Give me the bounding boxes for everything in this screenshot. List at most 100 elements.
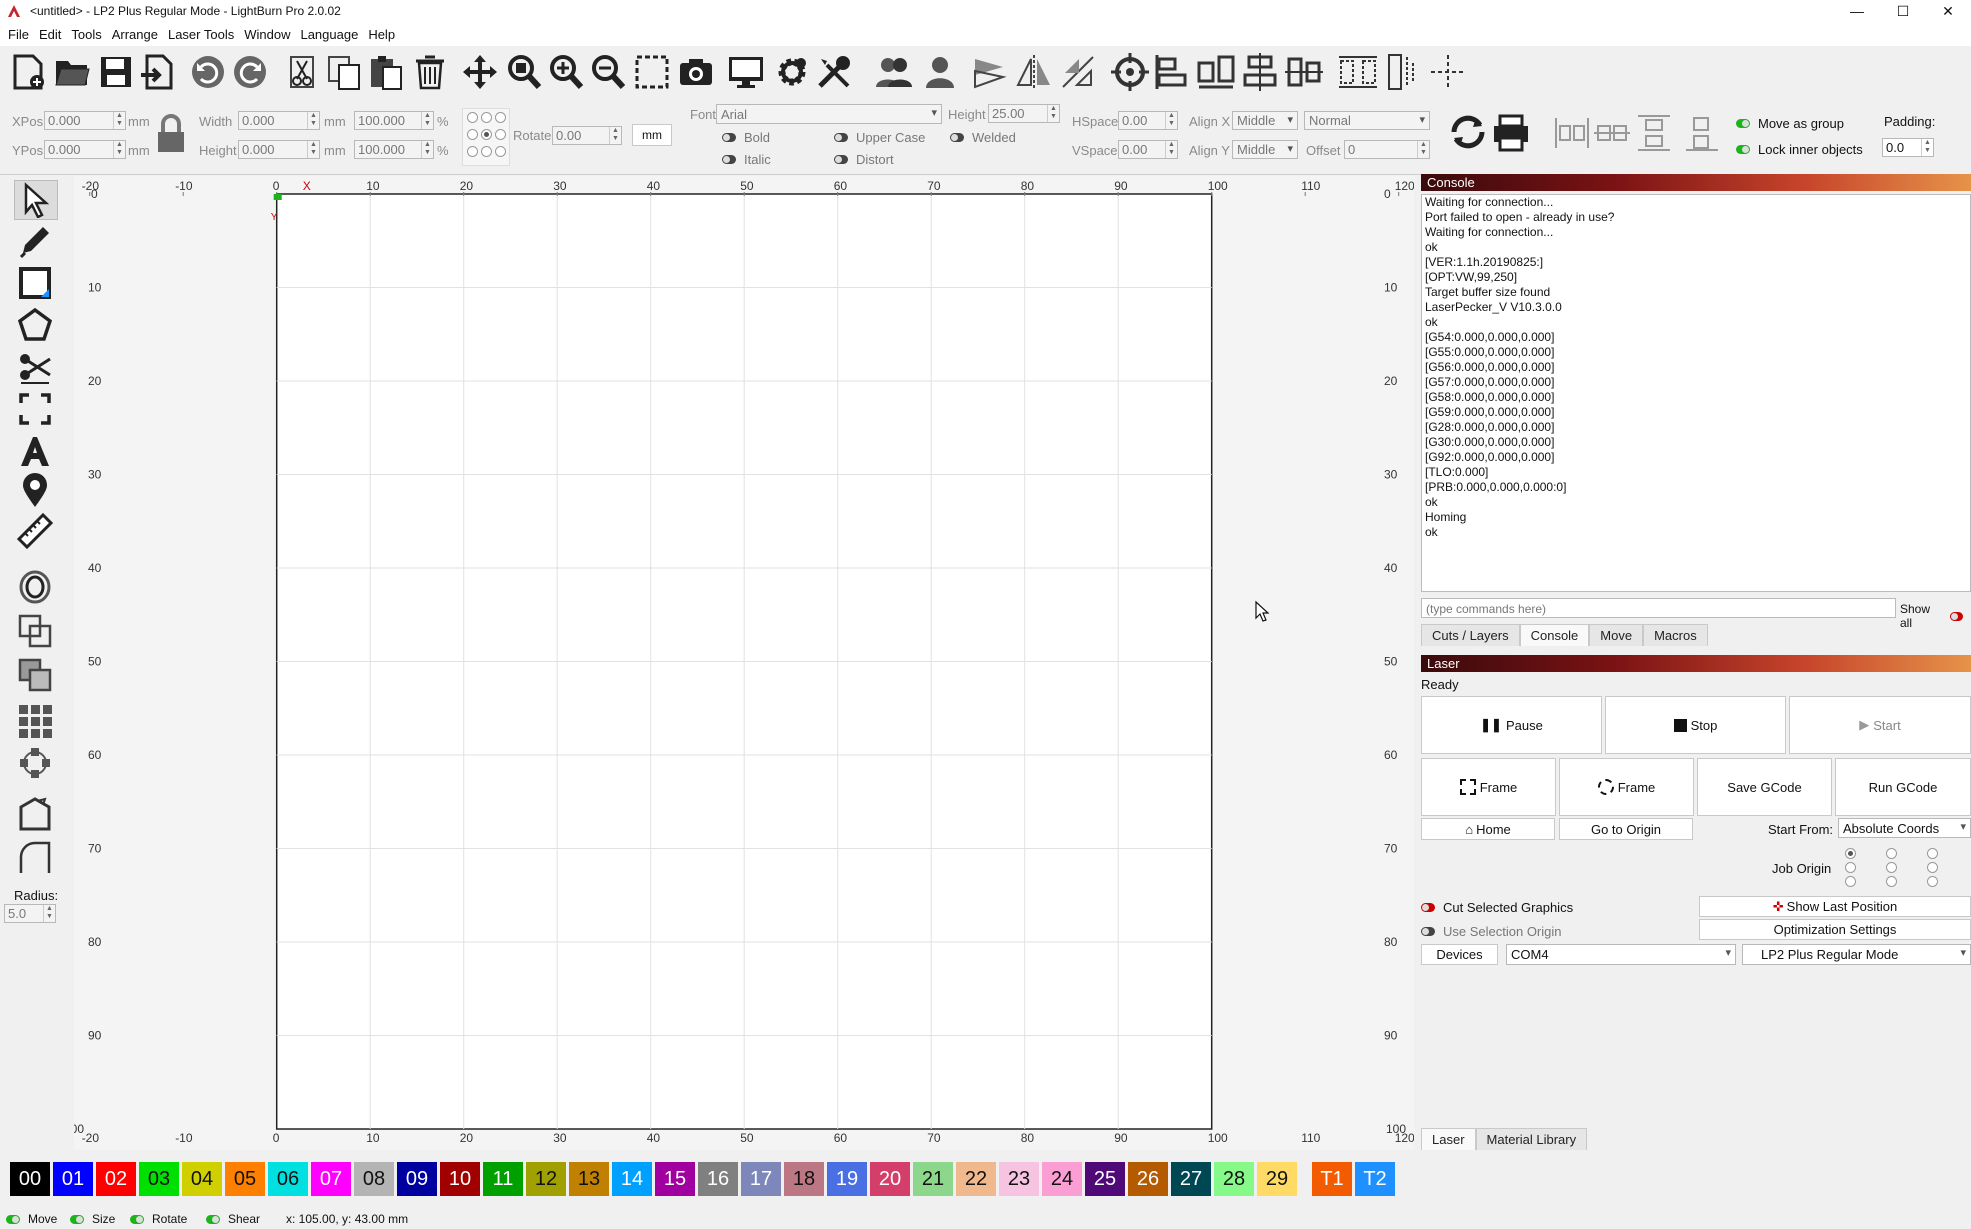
tab-laser[interactable]: Laser (1421, 1128, 1476, 1150)
anchor-center[interactable] (481, 129, 492, 140)
layer-swatch-23[interactable]: 23 (999, 1162, 1039, 1196)
grid-array-tool[interactable] (14, 702, 56, 740)
port-select[interactable]: COM4 (1506, 944, 1736, 965)
layer-swatch-21[interactable]: 21 (913, 1162, 953, 1196)
units-toggle-button[interactable]: mm (632, 124, 672, 146)
menu-arrange[interactable]: Arrange (112, 27, 158, 42)
open-file-button[interactable] (52, 52, 92, 92)
vspace-input[interactable]: 0.00 ▲ ▼ (1118, 140, 1178, 159)
device-settings-button[interactable] (726, 52, 766, 92)
layer-swatch-25[interactable]: 25 (1085, 1162, 1125, 1196)
corner-radius-tool[interactable] (14, 838, 56, 876)
delete-button[interactable] (410, 52, 450, 92)
cut-selected-graphics-toggle[interactable]: Cut Selected Graphics (1421, 900, 1573, 915)
width-percent-input[interactable]: 100.000 ▲ ▼ (354, 111, 434, 130)
offset-input[interactable]: 0 ▲ ▼ (1344, 140, 1430, 159)
frame-tool[interactable] (14, 390, 56, 428)
device-select[interactable]: LP2 Plus Regular Mode (1742, 944, 1971, 965)
layer-swatch-12[interactable]: 12 (526, 1162, 566, 1196)
zoom-selection-button[interactable] (632, 52, 672, 92)
boolean-weld-tool[interactable] (14, 656, 56, 694)
go-to-origin-button[interactable]: Go to Origin (1559, 818, 1693, 840)
layer-swatch-27[interactable]: 27 (1171, 1162, 1211, 1196)
layer-swatch-11[interactable]: 11 (483, 1162, 523, 1196)
print-and-cut-icon[interactable] (1490, 112, 1532, 152)
menu-edit[interactable]: Edit (39, 27, 61, 42)
use-selection-origin-toggle[interactable]: Use Selection Origin (1421, 924, 1562, 939)
run-gcode-button[interactable]: Run GCode (1835, 758, 1971, 816)
mirror-line-button[interactable] (1058, 52, 1098, 92)
lock-inner-objects-toggle[interactable]: Lock inner objects (1736, 142, 1863, 157)
maximize-button[interactable]: ☐ (1880, 0, 1926, 22)
save-file-button[interactable] (96, 52, 136, 92)
anchor-middle-right[interactable] (495, 129, 506, 140)
status-rotate-toggle[interactable]: Rotate (130, 1212, 187, 1226)
frame-rect-button[interactable]: Frame (1421, 758, 1556, 816)
job-origin-center[interactable] (1886, 862, 1897, 873)
layer-swatch-16[interactable]: 16 (698, 1162, 738, 1196)
show-last-position-button[interactable]: ✜ Show Last Position (1699, 896, 1971, 917)
bold-toggle[interactable]: Bold (722, 130, 770, 145)
layer-swatch-05[interactable]: 05 (225, 1162, 265, 1196)
tab-console[interactable]: Console (1519, 624, 1590, 646)
layer-swatch-08[interactable]: 08 (354, 1162, 394, 1196)
measure-tool[interactable] (14, 512, 56, 550)
menu-language[interactable]: Language (300, 27, 358, 42)
distribute-vertical-button[interactable] (1382, 52, 1422, 92)
layer-swatch-22[interactable]: 22 (956, 1162, 996, 1196)
start-button[interactable]: ▶ Start (1789, 696, 1971, 754)
zoom-in-button[interactable] (546, 52, 586, 92)
upper-case-toggle[interactable]: Upper Case (834, 130, 925, 145)
height-percent-input[interactable]: 100.000 ▲ ▼ (354, 140, 434, 159)
job-origin-top-right[interactable] (1927, 848, 1938, 859)
devices-button[interactable]: Devices (1421, 944, 1498, 965)
layer-swatch-t1[interactable]: T1 (1312, 1162, 1352, 1196)
layer-swatch-17[interactable]: 17 (741, 1162, 781, 1196)
anchor-top-left[interactable] (467, 112, 478, 123)
job-origin-bottom-center[interactable] (1886, 876, 1897, 887)
align-x-select[interactable]: Middle (1232, 111, 1298, 130)
radius-input[interactable]: 5.0 ▲ ▼ (4, 904, 56, 923)
padding-input[interactable]: 0.0 ▲ ▼ (1882, 138, 1934, 157)
font-height-input[interactable]: 25.00 ▲ ▼ (988, 104, 1060, 123)
anchor-top-center[interactable] (481, 112, 492, 123)
draw-lines-tool[interactable] (14, 222, 56, 260)
layer-swatch-01[interactable]: 01 (53, 1162, 93, 1196)
redo-button[interactable] (230, 52, 270, 92)
layer-swatch-00[interactable]: 00 (10, 1162, 50, 1196)
job-origin-bottom-right[interactable] (1927, 876, 1938, 887)
anchor-middle-left[interactable] (467, 129, 478, 140)
rotate-input[interactable]: 0.00 ▲ ▼ (552, 126, 622, 145)
select-tool[interactable] (14, 180, 58, 220)
layer-swatch-02[interactable]: 02 (96, 1162, 136, 1196)
align-right-button[interactable] (1240, 52, 1280, 92)
camera-button[interactable] (676, 52, 716, 92)
status-shear-toggle[interactable]: Shear (206, 1212, 260, 1226)
hspace-input[interactable]: 0.00 ▲ ▼ (1118, 111, 1178, 130)
anchor-bottom-right[interactable] (495, 146, 506, 157)
job-origin-bottom-left[interactable] (1845, 876, 1856, 887)
canvas-svg[interactable]: -20-20-10-100010102020303040405050606070… (64, 176, 1415, 1150)
anchor-bottom-center[interactable] (481, 146, 492, 157)
cut-button[interactable] (282, 52, 322, 92)
job-origin-top-center[interactable] (1886, 848, 1897, 859)
layer-swatch-t2[interactable]: T2 (1355, 1162, 1395, 1196)
pause-button[interactable]: ❚❚ Pause (1421, 696, 1602, 754)
rotary-center-button[interactable] (1110, 52, 1150, 92)
move-to-origin-button[interactable] (1428, 52, 1468, 92)
job-origin-middle-right[interactable] (1927, 862, 1938, 873)
italic-toggle[interactable]: Italic (722, 152, 771, 167)
optimization-settings-button[interactable]: Optimization Settings (1699, 919, 1971, 940)
circular-array-tool[interactable] (14, 744, 56, 782)
ypos-input[interactable]: 0.000 ▲ ▼ (44, 140, 126, 159)
height-input[interactable]: 0.000 ▲ ▼ (238, 140, 320, 159)
status-size-toggle[interactable]: Size (70, 1212, 115, 1226)
zoom-out-button[interactable] (588, 52, 628, 92)
layer-swatch-26[interactable]: 26 (1128, 1162, 1168, 1196)
lock-icon[interactable] (154, 112, 188, 156)
align-vcenter-icon[interactable] (1636, 114, 1672, 152)
frame-circle-button[interactable]: Frame (1559, 758, 1694, 816)
menu-tools[interactable]: Tools (71, 27, 101, 42)
layer-swatch-20[interactable]: 20 (870, 1162, 910, 1196)
console-command-input[interactable]: (type commands here) (1421, 598, 1896, 618)
